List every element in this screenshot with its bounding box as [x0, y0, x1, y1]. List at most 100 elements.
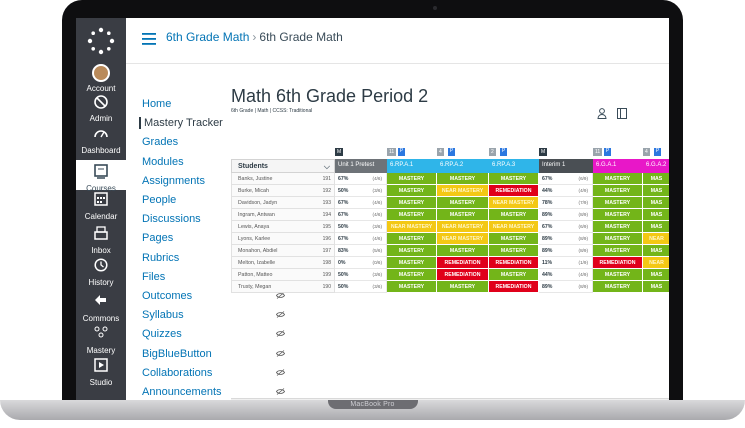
column-header[interactable]: 6.RP.A.1 [387, 159, 437, 173]
column-header[interactable]: Unit 1 Pretest [335, 159, 387, 173]
column-header[interactable]: 6.G.A.2 [643, 159, 669, 173]
score-cell[interactable]: 11% (1/9) [539, 257, 593, 269]
course-nav-bigbluebutton[interactable]: BigBlueButton [142, 348, 212, 360]
outcome-cell[interactable]: MASTERY [593, 281, 643, 293]
outcome-cell[interactable]: MASTERY [489, 245, 539, 257]
outcome-cell[interactable]: MASTERY [387, 245, 437, 257]
outcome-cell[interactable]: REMEDIATION [437, 269, 489, 281]
course-nav-pages[interactable]: Pages [142, 232, 173, 244]
settings-panel-button[interactable] [613, 108, 630, 124]
outcome-cell[interactable]: MASTERY [437, 281, 489, 293]
outcome-cell[interactable]: NEAR MASTERY [489, 221, 539, 233]
global-nav-history[interactable]: History [76, 258, 126, 287]
outcome-cell[interactable]: MASTERY [489, 233, 539, 245]
outcome-cell[interactable]: MASTERY [437, 173, 489, 185]
outcome-cell[interactable]: NEAR [643, 257, 669, 269]
outcome-cell[interactable]: REMEDIATION [489, 185, 539, 197]
outcome-cell[interactable]: MASTERY [387, 257, 437, 269]
outcome-cell[interactable]: REMEDIATION [489, 257, 539, 269]
outcome-cell[interactable]: MASTERY [489, 209, 539, 221]
score-cell[interactable]: 89% (8/9) [539, 281, 593, 293]
outcome-cell[interactable]: MAS [643, 281, 669, 293]
chevron-down-icon[interactable]: ⌵ [324, 162, 330, 172]
course-nav-quizzes[interactable]: Quizzes [142, 328, 182, 340]
global-nav-inbox[interactable]: Inbox [76, 226, 126, 255]
student-name[interactable]: Trusty, Megan 190 [231, 281, 335, 293]
students-header[interactable]: Students ⌵ [231, 159, 335, 173]
outcome-cell[interactable]: MASTERY [437, 245, 489, 257]
score-cell[interactable]: 44% (4/9) [539, 269, 593, 281]
outcome-cell[interactable]: MASTERY [387, 233, 437, 245]
course-nav-home[interactable]: Home [142, 98, 171, 110]
course-nav-people[interactable]: People [142, 194, 176, 206]
global-nav-commons[interactable]: Commons [76, 294, 126, 323]
student-name[interactable]: Monahon, Abdiel 197 [231, 245, 335, 257]
student-name[interactable]: Patton, Matteo 199 [231, 269, 335, 281]
student-name[interactable]: Ingram, Antwan 194 [231, 209, 335, 221]
course-nav-collaborations[interactable]: Collaborations [142, 367, 212, 379]
outcome-cell[interactable]: MASTERY [437, 209, 489, 221]
student-name[interactable]: Melton, Izabelle 198 [231, 257, 335, 269]
score-cell[interactable]: 89% (8/9) [539, 233, 593, 245]
student-name[interactable]: Lewis, Anaya 195 [231, 221, 335, 233]
score-cell[interactable]: 67% (4/6) [335, 233, 387, 245]
score-cell[interactable]: 50% (3/6) [335, 269, 387, 281]
score-cell[interactable]: 50% (3/6) [335, 185, 387, 197]
outcome-cell[interactable]: MASTERY [593, 197, 643, 209]
hamburger-icon[interactable] [142, 33, 156, 45]
outcome-cell[interactable]: MASTERY [387, 197, 437, 209]
canvas-logo-icon[interactable] [86, 26, 116, 56]
student-name[interactable]: Lyons, Karlee 196 [231, 233, 335, 245]
outcome-cell[interactable]: NEAR MASTERY [387, 221, 437, 233]
course-nav-outcomes[interactable]: Outcomes [142, 290, 192, 302]
outcome-cell[interactable]: MAS [643, 245, 669, 257]
outcome-cell[interactable]: MASTERY [593, 269, 643, 281]
student-name[interactable]: Davidson, Jadyn 193 [231, 197, 335, 209]
score-cell[interactable]: 83% (5/6) [335, 245, 387, 257]
course-nav-announcements[interactable]: Announcements [142, 386, 222, 398]
outcome-cell[interactable]: MASTERY [387, 173, 437, 185]
column-header[interactable]: 6.RP.A.2 [437, 159, 489, 173]
outcome-cell[interactable]: REMEDIATION [489, 281, 539, 293]
score-cell[interactable]: 67% (6/9) [539, 173, 593, 185]
course-nav-files[interactable]: Files [142, 271, 165, 283]
score-cell[interactable]: 67% (4/6) [335, 197, 387, 209]
outcome-cell[interactable]: MAS [643, 269, 669, 281]
outcome-cell[interactable]: NEAR MASTERY [437, 185, 489, 197]
score-cell[interactable]: 50% (3/6) [335, 221, 387, 233]
score-cell[interactable]: 89% (8/9) [539, 209, 593, 221]
outcome-cell[interactable]: MASTERY [387, 185, 437, 197]
global-nav-admin[interactable]: Admin [76, 94, 126, 123]
outcome-cell[interactable]: MAS [643, 197, 669, 209]
course-nav-grades[interactable]: Grades [142, 136, 178, 148]
outcome-cell[interactable]: MASTERY [489, 269, 539, 281]
score-cell[interactable]: 50% (3/6) [335, 281, 387, 293]
score-cell[interactable]: 0% (0/6) [335, 257, 387, 269]
outcome-cell[interactable]: NEAR MASTERY [437, 233, 489, 245]
breadcrumb-course-link[interactable]: 6th Grade Math [166, 30, 249, 44]
column-header[interactable]: 6.G.A.1 [593, 159, 643, 173]
outcome-cell[interactable]: MASTERY [593, 209, 643, 221]
score-cell[interactable]: 89% (8/9) [539, 245, 593, 257]
course-nav-mastery-tracker[interactable]: Mastery Tracker [139, 117, 223, 130]
outcome-cell[interactable]: MASTERY [489, 173, 539, 185]
score-cell[interactable]: 44% (4/9) [539, 185, 593, 197]
global-nav-dashboard[interactable]: Dashboard [76, 126, 126, 155]
course-nav-modules[interactable]: Modules [142, 156, 184, 168]
outcome-cell[interactable]: MASTERY [593, 221, 643, 233]
course-nav-rubrics[interactable]: Rubrics [142, 252, 179, 264]
outcome-cell[interactable]: MAS [643, 185, 669, 197]
outcome-cell[interactable]: MASTERY [387, 281, 437, 293]
global-nav-mastery[interactable]: Mastery [76, 326, 126, 355]
outcome-cell[interactable]: NEAR MASTERY [437, 221, 489, 233]
course-nav-syllabus[interactable]: Syllabus [142, 309, 184, 321]
outcome-cell[interactable]: MASTERY [437, 197, 489, 209]
outcome-cell[interactable]: MASTERY [387, 209, 437, 221]
course-nav-assignments[interactable]: Assignments [142, 175, 205, 187]
global-nav-calendar[interactable]: Calendar [76, 192, 126, 221]
score-cell[interactable]: 78% (7/9) [539, 197, 593, 209]
column-header[interactable]: Interim 1 [539, 159, 593, 173]
score-cell[interactable]: 67% (4/6) [335, 173, 387, 185]
outcome-cell[interactable]: MAS [643, 221, 669, 233]
student-name[interactable]: Burke, Micah 192 [231, 185, 335, 197]
